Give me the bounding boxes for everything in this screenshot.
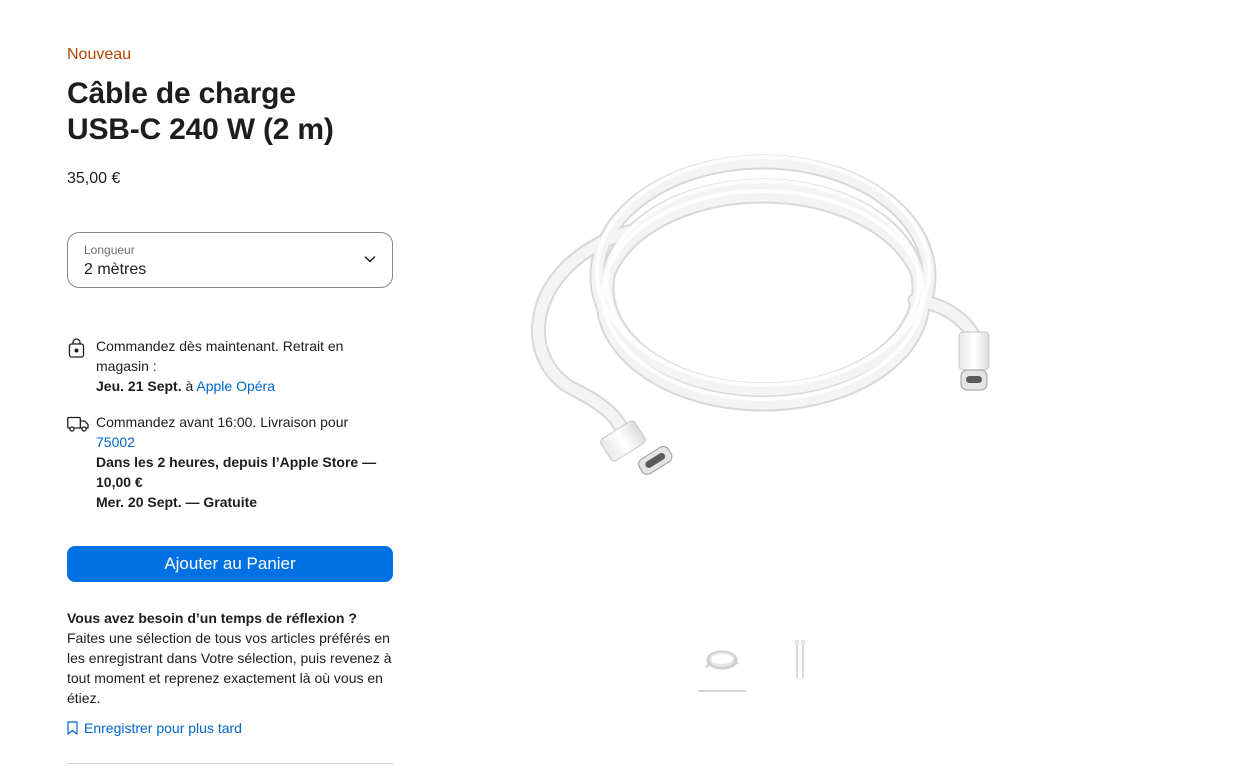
pickup-detail: Jeu. 21 Sept. à Apple Opéra	[96, 376, 393, 396]
save-for-later-label: Enregistrer pour plus tard	[84, 720, 242, 736]
chevron-down-icon	[364, 256, 376, 263]
divider	[67, 763, 393, 764]
pickup-store-link[interactable]: Apple Opéra	[196, 378, 275, 394]
length-select-label: Longueur	[84, 243, 135, 257]
save-for-later-link[interactable]: Enregistrer pour plus tard	[67, 718, 393, 738]
length-select-value: 2 mètres	[84, 261, 147, 278]
delivery-option-express: Dans les 2 heures, depuis l’Apple Store …	[96, 454, 377, 490]
availability-info: Commandez dès maintenant. Retrait en mag…	[67, 336, 393, 512]
postcode-link[interactable]: 75002	[96, 434, 135, 450]
product-info: Nouveau Câble de charge USB-C 240 W (2 m…	[67, 44, 393, 738]
product-title-line2: USB-C 240 W (2 m)	[67, 113, 334, 146]
bookmark-icon	[67, 721, 78, 735]
add-to-cart-button[interactable]: Ajouter au Panier	[67, 546, 393, 582]
length-select[interactable]: Longueur 2 mètres	[67, 232, 393, 288]
coiled-cable-thumbnail-icon	[705, 650, 739, 670]
straight-cable-thumbnail-icon	[795, 640, 805, 678]
reflection-body: Faites une sélection de tous vos article…	[67, 630, 392, 706]
delivery-info: Commandez avant 16:00. Livraison pour 75…	[67, 412, 393, 512]
product-image	[531, 154, 990, 475]
pickup-date: Jeu. 21 Sept.	[96, 378, 182, 394]
reflection-title: Vous avez besoin d’un temps de réflexion…	[67, 610, 357, 626]
pickup-at: à	[181, 378, 197, 394]
shopping-bag-icon	[68, 338, 85, 358]
delivery-line: Commandez avant 16:00. Livraison pour	[96, 414, 349, 430]
product-title-line1: Câble de charge	[67, 77, 296, 110]
truck-icon	[67, 416, 89, 432]
pickup-line: Commandez dès maintenant. Retrait en mag…	[96, 338, 344, 374]
gallery-thumbnails	[698, 636, 824, 692]
delivery-option-standard: Mer. 20 Sept. — Gratuite	[96, 494, 258, 510]
product-title: Câble de charge USB-C 240 W (2 m)	[67, 76, 393, 148]
thumbnail-coiled-cable[interactable]	[698, 636, 746, 692]
product-price: 35,00 €	[67, 170, 121, 187]
thumbnail-straight-cable[interactable]	[776, 636, 824, 692]
save-for-later-section: Vous avez besoin d’un temps de réflexion…	[67, 608, 393, 708]
new-badge: Nouveau	[67, 46, 132, 63]
pickup-info: Commandez dès maintenant. Retrait en mag…	[67, 336, 393, 396]
